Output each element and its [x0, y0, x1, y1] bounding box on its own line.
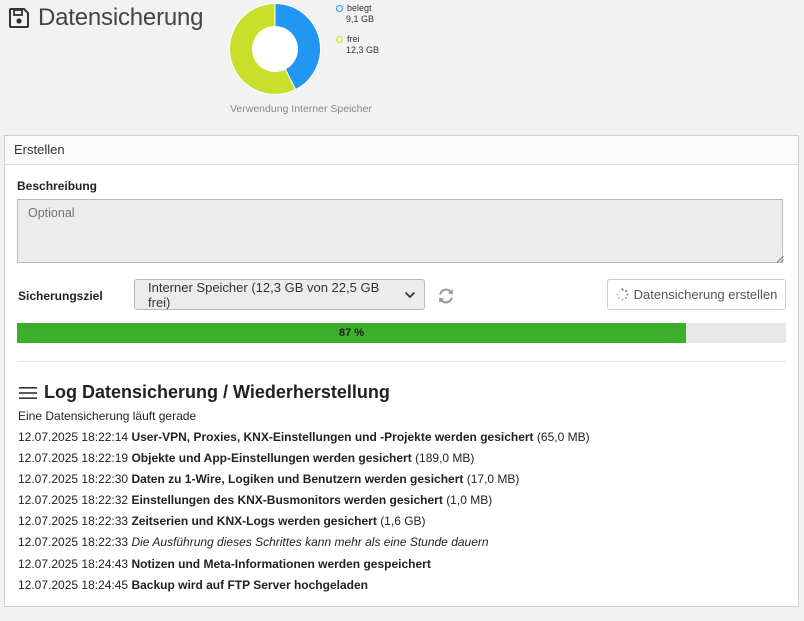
log-heading: Log Datensicherung / Wiederherstellung — [19, 382, 390, 403]
log-entry-size: (65,0 MB) — [536, 430, 590, 444]
log-entry-note: Die Ausführung dieses Schrittes kann meh… — [131, 535, 489, 550]
log-entry-time: 12.07.2025 18:22:30 — [18, 472, 129, 487]
log-entry-message: Notizen und Meta-Informationen werden ge… — [131, 556, 431, 571]
legend-label-used: belegt — [347, 3, 372, 13]
log-entry-size: (1,0 MB) — [446, 493, 493, 508]
log-entry-size: (17,0 MB) — [466, 472, 520, 487]
log-entry: 12.07.2025 18:22:33 Die Ausführung diese… — [18, 532, 590, 553]
create-backup-panel: Erstellen Beschreibung Sicherungsziel In… — [4, 135, 799, 607]
backup-target-value: Interner Speicher (12,3 GB von 22,5 GB f… — [148, 279, 380, 310]
log-entry-time: 12.07.2025 18:22:14 — [18, 430, 129, 444]
resize-grip-icon[interactable] — [776, 255, 784, 263]
divider — [17, 361, 786, 362]
log-entry-message: Backup wird auf FTP Server hochgeladen — [131, 577, 368, 592]
log-entry: 12.07.2025 18:22:32 Einstellungen des KN… — [18, 490, 590, 511]
log-entry-message: Einstellungen des KNX-Busmonitors werden… — [131, 493, 443, 508]
legend-dot-free — [336, 36, 343, 43]
backup-target-select[interactable]: Interner Speicher (12,3 GB von 22,5 GB f… — [134, 279, 425, 310]
legend-value-free: 12,3 GB — [346, 45, 380, 55]
page-title: Datensicherung — [38, 4, 204, 31]
backup-progress-bar: 87 % — [17, 323, 786, 343]
floppy-disk-icon — [9, 8, 29, 28]
page-header: Datensicherung — [8, 4, 204, 32]
legend-value-used: 9,1 GB — [346, 14, 375, 24]
donut-hole — [252, 26, 298, 72]
storage-donut-chart — [229, 3, 321, 95]
log-entry-time: 12.07.2025 18:22:33 — [18, 535, 129, 550]
create-backup-button[interactable]: Datensicherung erstellen — [607, 279, 786, 310]
log-entry-message: Daten zu 1-Wire, Logiken und Benutzern w… — [131, 472, 464, 487]
hamburger-menu-icon — [19, 386, 37, 399]
chevron-down-icon — [404, 291, 416, 298]
log-entry-time: 12.07.2025 18:22:33 — [18, 514, 129, 529]
log-entry: 12.07.2025 18:24:45 Backup wird auf FTP … — [18, 575, 590, 596]
panel-heading: Erstellen — [5, 136, 798, 165]
spinner-icon — [616, 288, 629, 301]
progress-fill: 87 % — [17, 323, 687, 343]
log-entry: 12.07.2025 18:24:43 Notizen und Meta-Inf… — [18, 554, 590, 575]
log-entry: 12.07.2025 18:22:33 Zeitserien und KNX-L… — [18, 511, 590, 532]
chart-legend: belegt 9,1 GB frei 12,3 GB — [336, 3, 379, 65]
log-status: Eine Datensicherung läuft gerade — [18, 409, 197, 423]
description-input[interactable] — [17, 199, 783, 263]
log-entry-time: 12.07.2025 18:24:43 — [18, 556, 129, 571]
log-entry: 12.07.2025 18:22:19 Objekte und App-Eins… — [18, 448, 590, 469]
log-entry-size: (189,0 MB) — [415, 451, 475, 466]
create-backup-label: Datensicherung erstellen — [633, 287, 778, 302]
progress-label: 87 % — [338, 327, 365, 339]
legend-dot-used — [336, 5, 343, 12]
legend-item-free: frei — [336, 34, 379, 45]
log-entry-message: Objekte und App-Einstellungen werden ges… — [131, 451, 412, 466]
legend-label-free: frei — [347, 34, 360, 44]
legend-item-used: belegt — [336, 3, 379, 14]
log-title: Log Datensicherung / Wiederherstellung — [44, 382, 390, 402]
log-entry-message: Zeitserien und KNX-Logs werden gesichert — [131, 514, 377, 529]
log-entry-time: 12.07.2025 18:24:45 — [18, 577, 129, 592]
target-label: Sicherungsziel — [18, 289, 103, 303]
log-entry-time: 12.07.2025 18:22:32 — [18, 493, 129, 508]
description-label: Beschreibung — [17, 179, 98, 193]
log-entry-size: (1,6 GB) — [380, 514, 426, 529]
log-entry: 12.07.2025 18:22:14 User-VPN, Proxies, K… — [18, 427, 590, 448]
log-entries: 12.07.2025 18:22:14 User-VPN, Proxies, K… — [18, 427, 590, 596]
chart-title: Verwendung Interner Speicher — [230, 103, 372, 115]
log-entry: 12.07.2025 18:22:30 Daten zu 1-Wire, Log… — [18, 469, 590, 490]
refresh-icon[interactable] — [437, 287, 455, 305]
log-entry-message: User-VPN, Proxies, KNX-Einstellungen und… — [131, 430, 534, 444]
log-entry-time: 12.07.2025 18:22:19 — [18, 451, 129, 466]
